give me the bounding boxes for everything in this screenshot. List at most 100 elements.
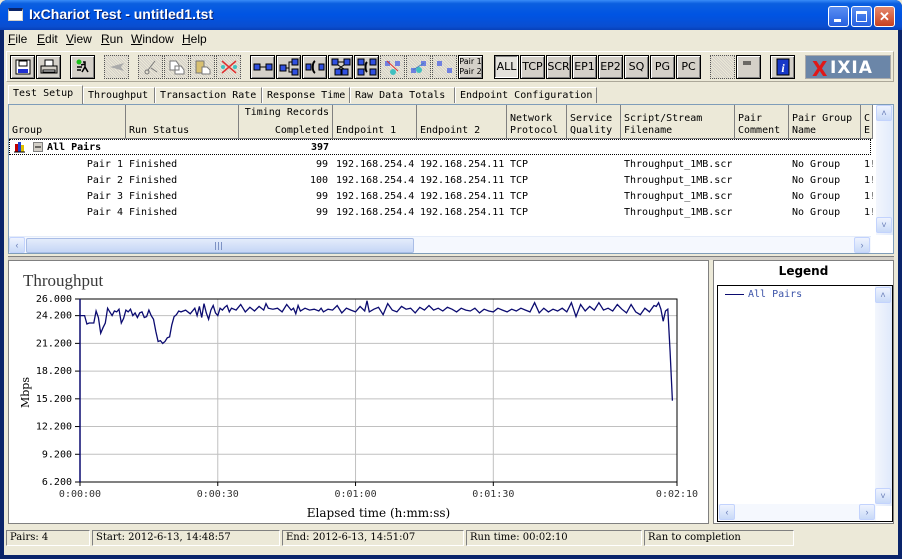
menu-file[interactable]: File [8, 32, 27, 46]
menu-run[interactable]: Run [101, 32, 123, 46]
sort-pc-button[interactable]: PC [676, 55, 701, 79]
throughput-chart-panel: Throughput 26.000 24.200 21.200 18.200 15.200… [8, 260, 709, 524]
save-button[interactable] [10, 55, 35, 79]
table-row[interactable]: Pair 2 Finished 100 192.168.254.4 192.168.25… [9, 173, 873, 189]
scroll-up-button[interactable]: ˄ [876, 105, 892, 121]
cell-pair-group: No Group [792, 207, 841, 218]
paste-button[interactable] [190, 55, 215, 79]
cell-pair-group: No Group [792, 175, 841, 186]
y-axis-label: Mbps [19, 377, 32, 408]
tab-transaction-rate[interactable]: Transaction Rate [155, 87, 262, 103]
column-header-line1: Network [510, 113, 553, 124]
column-header-c-e[interactable]: CE [861, 105, 873, 139]
info-button[interactable]: i [770, 55, 795, 79]
legend-item[interactable]: All Pairs [725, 289, 802, 300]
pair-name: Pair 3 [86, 191, 123, 202]
column-header-pair-comment[interactable]: Pair Comment [735, 105, 789, 139]
legend-scroll-left-button[interactable]: ‹ [719, 504, 735, 520]
cell-extra: 1! [864, 207, 873, 218]
add-pair-group-button[interactable] [328, 55, 353, 79]
sort-sq-button[interactable]: SQ [624, 55, 649, 79]
legend-vertical-scrollbar[interactable]: ˄ ˅ [875, 286, 892, 506]
column-header-group[interactable]: Group [9, 105, 126, 139]
menu-view[interactable]: View [66, 32, 92, 46]
tab-response-time[interactable]: Response Time [262, 87, 350, 103]
menu-edit[interactable]: Edit [37, 32, 58, 46]
add-voip-group-button[interactable] [354, 55, 379, 79]
group-row-all-pairs[interactable]: All Pairs 397 [9, 139, 871, 155]
column-header-script-stream-filename[interactable]: Script/Stream Filename [621, 105, 735, 139]
legend-scroll-down-button[interactable]: ˅ [875, 488, 891, 504]
scroll-left-button[interactable]: ‹ [9, 237, 25, 253]
add-multicast-button[interactable] [276, 55, 301, 79]
table-vertical-scrollbar[interactable]: ˄ ˅ [876, 105, 893, 235]
sort-ep2-button[interactable]: EP2 [598, 55, 623, 79]
column-header-run-status[interactable]: Run Status [126, 105, 239, 139]
tab-throughput[interactable]: Throughput [83, 87, 155, 103]
ixia-logo: X IXIA [805, 55, 891, 81]
sort-scr-button[interactable]: SCR [546, 55, 571, 79]
scroll-right-button[interactable]: › [854, 237, 870, 253]
notes-button[interactable] [736, 55, 761, 79]
close-button[interactable]: ✕ [874, 6, 895, 27]
horizontal-scroll-thumb[interactable] [26, 238, 414, 253]
cell-ep1: 192.168.254.4 [336, 207, 415, 218]
status-start-time: Start: 2012-6-13, 14:48:57 [92, 530, 280, 546]
collapse-toggle-button[interactable] [33, 142, 43, 152]
tab-endpoint-configuration[interactable]: Endpoint Configuration [455, 87, 597, 103]
column-header-line2: Group [12, 125, 43, 136]
cell-records: 99 [315, 159, 328, 170]
cell-status: Finished [129, 207, 178, 218]
copy-button[interactable] [164, 55, 189, 79]
column-header-service-quality[interactable]: Service Quality [567, 105, 621, 139]
legend-scroll-right-button[interactable]: › [859, 504, 875, 520]
sort-pg-button[interactable]: PG [650, 55, 675, 79]
legend-scroll-up-button[interactable]: ˄ [875, 287, 891, 303]
edit-pair-button[interactable] [380, 55, 405, 79]
replicate-button[interactable] [432, 55, 457, 79]
edit-multicast-button[interactable] [406, 55, 431, 79]
minimize-icon [834, 19, 841, 22]
y-tick-label: 9.200 [42, 449, 72, 460]
menu-window[interactable]: Window [131, 32, 174, 46]
maximize-button[interactable] [851, 6, 872, 27]
delete-button[interactable] [216, 55, 241, 79]
client-area: File Edit View Run Window Help Pair 1 Pair 2 AL… [4, 30, 898, 555]
stop-button[interactable] [104, 55, 129, 79]
column-header-network-protocol[interactable]: Network Protocol [507, 105, 567, 139]
table-row[interactable]: Pair 4 Finished 99 192.168.254.4 192.168.254… [9, 205, 873, 221]
column-header-endpoint-2[interactable]: Endpoint 2 [417, 105, 507, 139]
scroll-down-button[interactable]: ˅ [876, 217, 892, 233]
print-button[interactable] [36, 55, 61, 79]
sort-button-label: SCR [547, 60, 570, 73]
sort-button-label: PG [654, 60, 671, 73]
filter-button[interactable] [710, 55, 735, 79]
cell-ep1: 192.168.254.4 [336, 159, 415, 170]
menu-help[interactable]: Help [182, 32, 207, 46]
table-horizontal-scrollbar[interactable]: ‹ › [9, 236, 871, 253]
sort-all-button[interactable]: ALL [494, 55, 519, 79]
pair-label-toggle-button[interactable]: Pair 1 Pair 2 [458, 55, 483, 79]
sort-ep1-button[interactable]: EP1 [572, 55, 597, 79]
sort-button-label: EP1 [574, 60, 595, 73]
column-header-line2: Quality [570, 125, 613, 136]
column-header-line1: C [864, 113, 871, 124]
sort-tcp-button[interactable]: TCP [520, 55, 545, 79]
table-row[interactable]: Pair 1 Finished 99 192.168.254.4 192.168.254… [9, 157, 873, 173]
column-header-timing-records-completed[interactable]: Timing Records Completed [239, 105, 333, 139]
title-bar[interactable]: IxChariot Test - untitled1.tst ✕ [0, 0, 902, 30]
tab-raw-data-totals[interactable]: Raw Data Totals [350, 87, 455, 103]
run-button[interactable] [70, 55, 95, 79]
cell-records: 99 [315, 207, 328, 218]
add-voip-button[interactable] [302, 55, 327, 79]
chevron-left-icon: ‹ [725, 507, 729, 517]
tab-test-setup[interactable]: Test Setup [8, 85, 83, 104]
table-row[interactable]: Pair 3 Finished 99 192.168.254.4 192.168.254… [9, 189, 873, 205]
cut-button[interactable] [138, 55, 163, 79]
cell-ep1: 192.168.254.4 [336, 175, 415, 186]
column-header-pair-group-name[interactable]: Pair Group Name [789, 105, 861, 139]
minimize-button[interactable] [828, 6, 849, 27]
legend-horizontal-scrollbar[interactable]: ‹ › [718, 504, 876, 521]
column-header-endpoint-1[interactable]: Endpoint 1 [333, 105, 417, 139]
add-pair-button[interactable] [250, 55, 275, 79]
